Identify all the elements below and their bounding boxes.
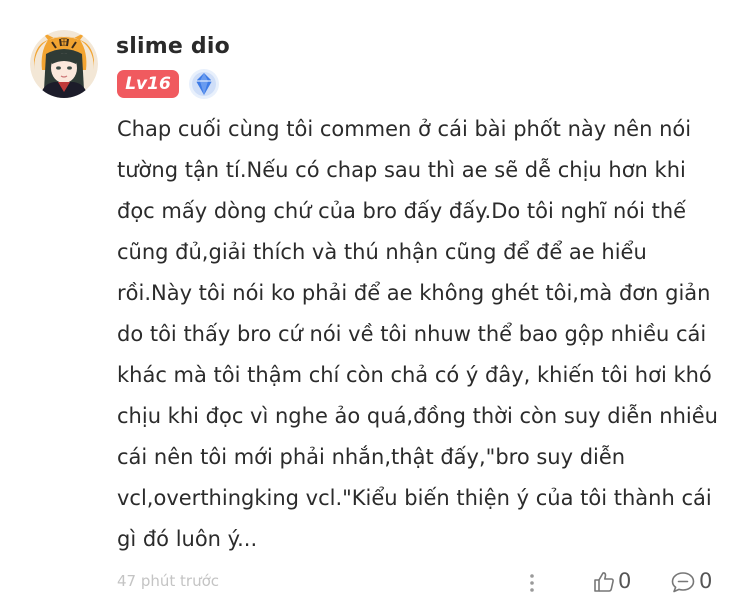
comment-body: Chap cuối cùng tôi commen ở cái bài phốt…: [117, 109, 727, 560]
avatar[interactable]: 王: [30, 30, 98, 98]
svg-text:王: 王: [60, 38, 68, 47]
comment-line: vcl,overthingking vcl."Kiểu biến thiện ý…: [117, 486, 712, 510]
reply-count: 0: [699, 569, 713, 593]
level-badge: Lv16: [117, 70, 179, 98]
comment-line: chịu khi đọc vì nghe ảo quá,đồng thời cò…: [117, 404, 718, 428]
comment-line: rồi.Này tôi nói ko phải để ae không ghét…: [117, 281, 711, 305]
rank-badge-icon: [188, 68, 220, 100]
reply-icon[interactable]: [670, 570, 696, 594]
like-icon[interactable]: [592, 570, 616, 594]
comment-line: đọc mấy dòng chứ của bro đấy đấy.Do tôi …: [117, 199, 687, 223]
avatar-image: 王: [30, 30, 98, 98]
more-options-icon[interactable]: [524, 572, 540, 594]
comment-line: Chap cuối cùng tôi commen ở cái bài phốt…: [117, 117, 692, 141]
comment-line: cái nên tôi mới phải nhắn,thật đấy,"bro …: [117, 445, 626, 469]
comment-line: do tôi thấy bro cứ nói về tôi nhuw thể b…: [117, 322, 707, 346]
comment-line: tường tận tí.Nếu có chap sau thì ae sẽ d…: [117, 158, 686, 182]
like-count: 0: [618, 569, 632, 593]
comment-line: khác mà tôi thậm chí còn chả có ý đây, k…: [117, 363, 712, 387]
comment-card: 王 slime dio Lv16 Chap cuối cùng tôi comm…: [0, 0, 747, 600]
comment-line: cũng đủ,giải thích và thú nhận cũng để đ…: [117, 240, 647, 264]
username[interactable]: slime dio: [116, 34, 230, 59]
timestamp: 47 phút trước: [117, 572, 220, 590]
comment-line: gì đó luôn ý...: [117, 527, 258, 551]
